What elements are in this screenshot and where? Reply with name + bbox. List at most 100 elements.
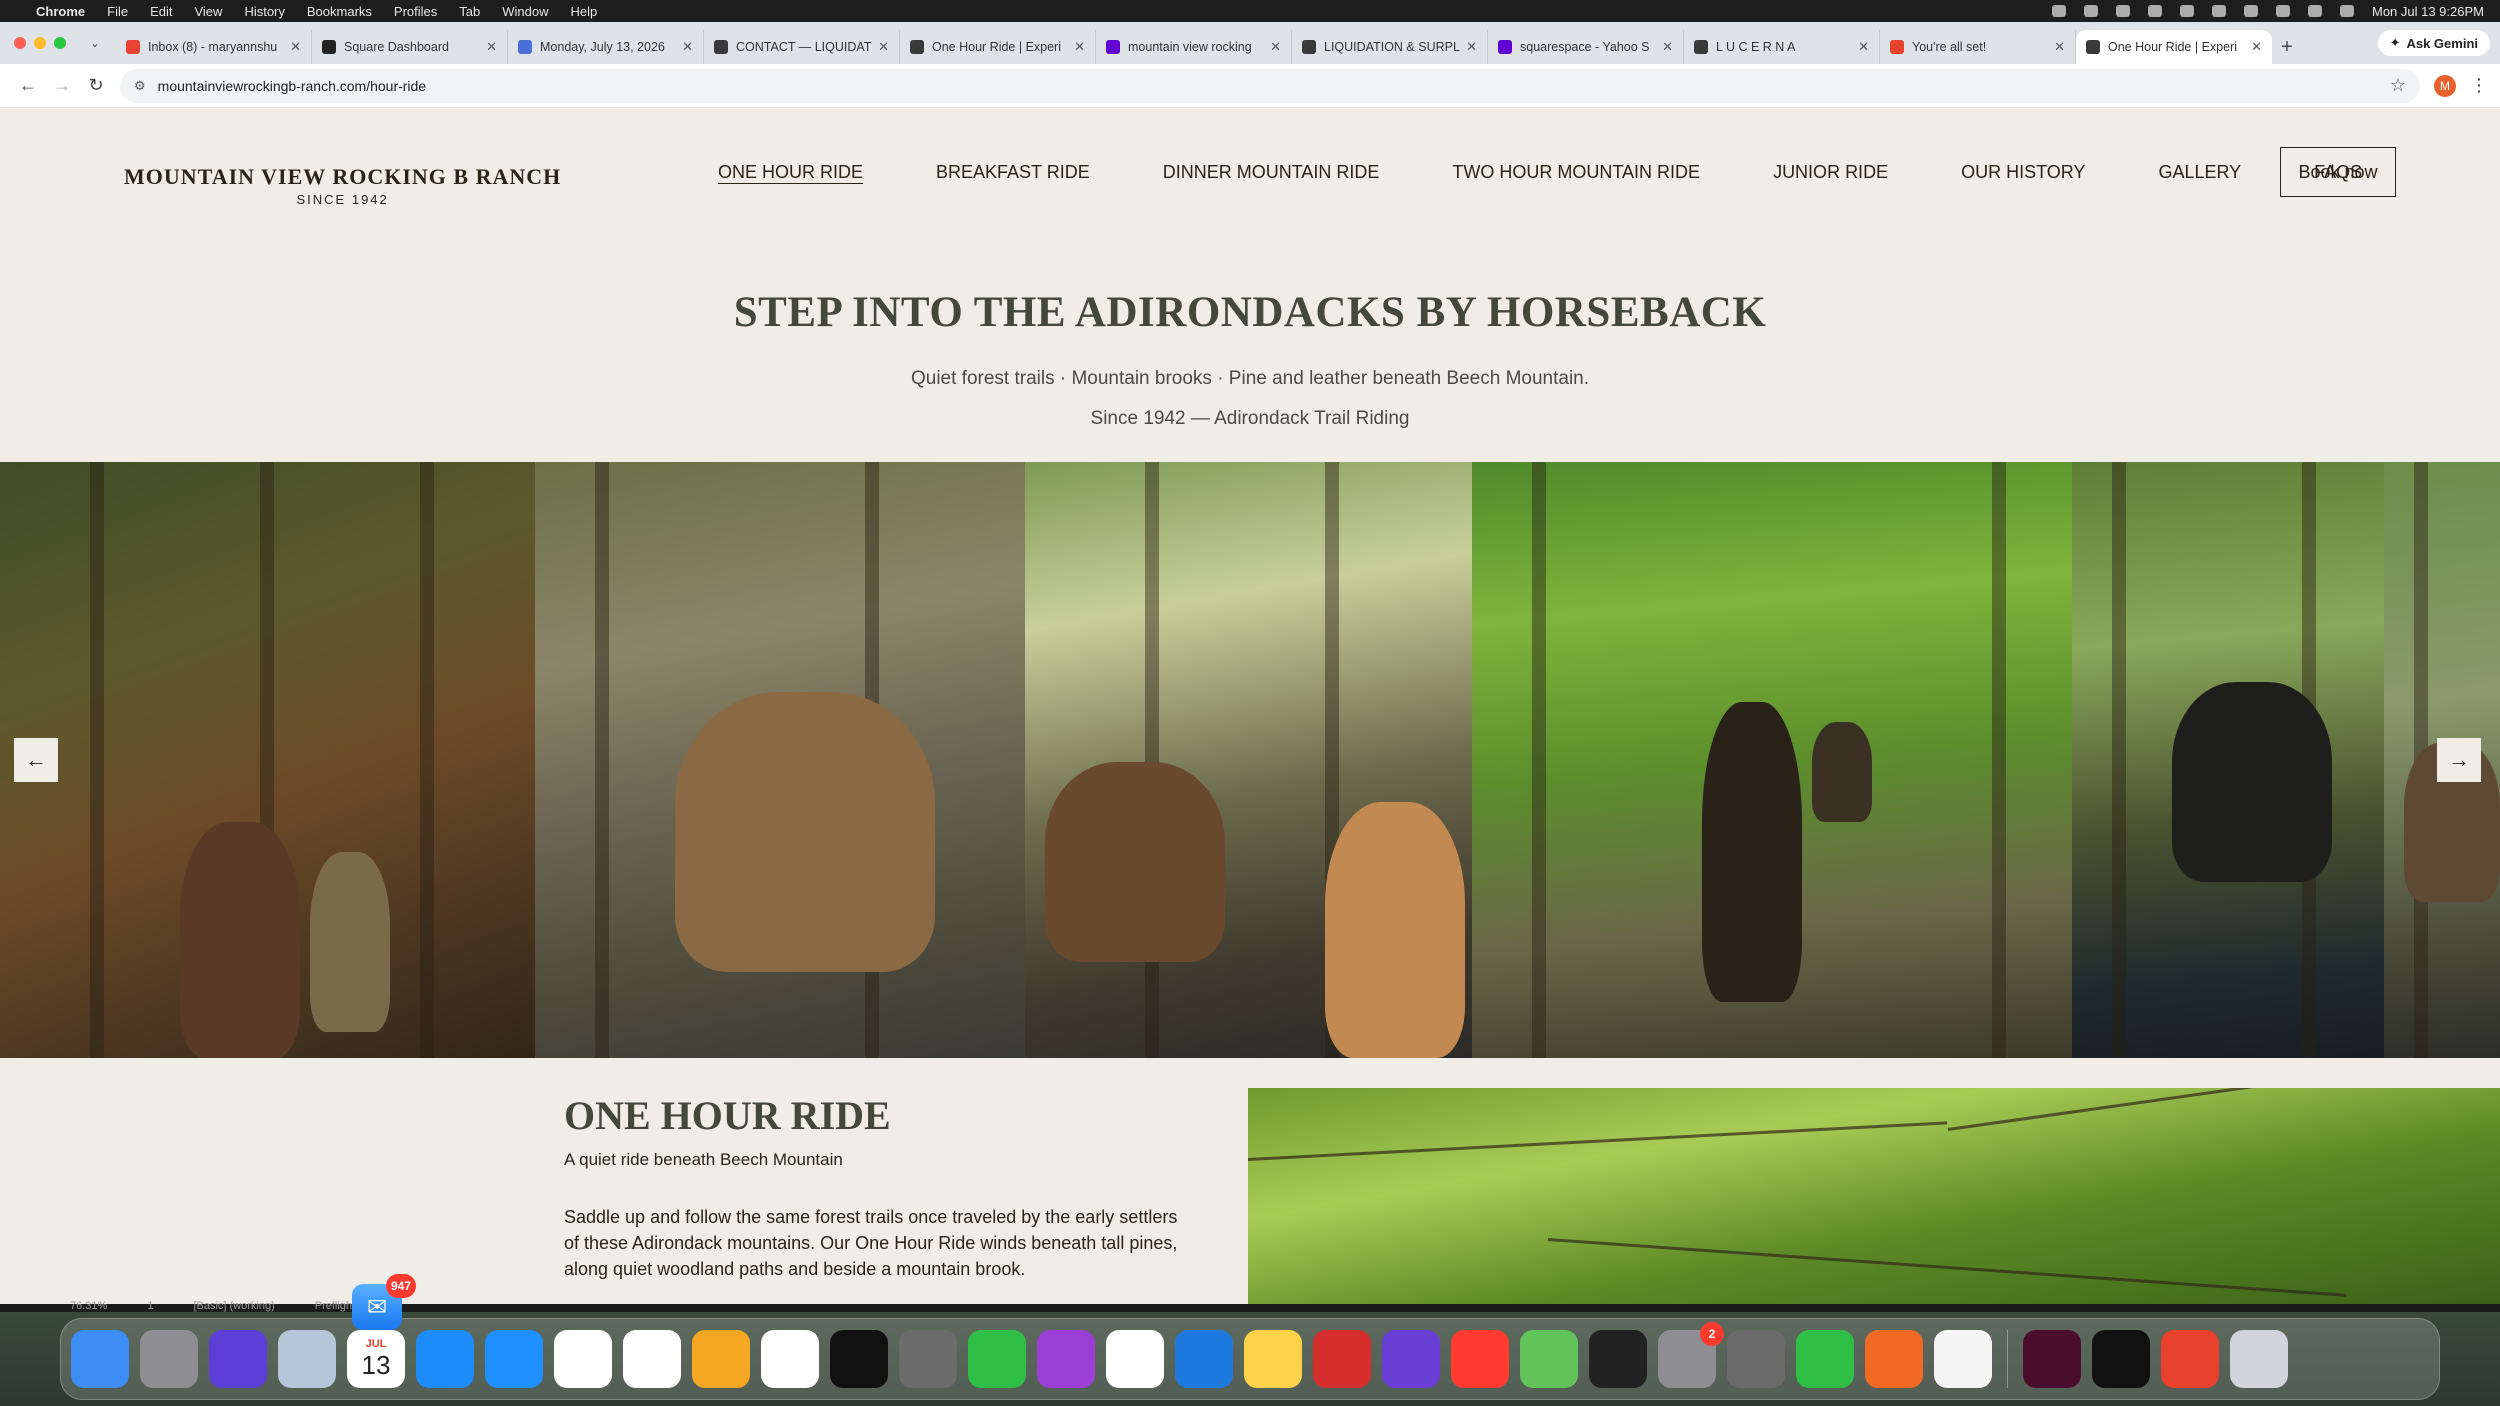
browser-tab[interactable]: One Hour Ride | Experi ✕ (900, 30, 1096, 64)
news-icon[interactable] (1451, 1330, 1509, 1388)
menu-help[interactable]: Help (571, 4, 598, 19)
creative-cloud-status-icon[interactable] (2051, 5, 2066, 17)
nav-breakfast-ride[interactable]: BREAKFAST RIDE (936, 162, 1090, 183)
plus-status-icon[interactable] (2083, 5, 2098, 17)
chrome-icon[interactable] (554, 1330, 612, 1388)
indesign-icon[interactable] (2023, 1330, 2081, 1388)
site-logo[interactable]: MOUNTAIN VIEW ROCKING B RANCH SINCE 1942 (124, 164, 561, 207)
podcasts-icon[interactable] (1037, 1330, 1095, 1388)
gallery-next-arrow-icon[interactable]: → (2437, 738, 2481, 782)
chrome-menu-icon[interactable]: ⋮ (2470, 75, 2488, 96)
imovie-icon[interactable] (1382, 1330, 1440, 1388)
minimize-window-button[interactable] (34, 37, 46, 49)
tab-close-icon[interactable]: ✕ (1466, 39, 1477, 55)
volume-icon[interactable] (2179, 5, 2194, 17)
nav-our-history[interactable]: OUR HISTORY (1961, 162, 2085, 183)
menu-bookmarks[interactable]: Bookmarks (307, 4, 372, 19)
photos-icon[interactable] (1106, 1330, 1164, 1388)
siri-status-icon[interactable] (2339, 5, 2354, 17)
unknown-app-icon[interactable] (899, 1330, 957, 1388)
app-store-icon[interactable] (416, 1330, 474, 1388)
menu-window[interactable]: Window (502, 4, 548, 19)
gallery-prev-arrow-icon[interactable]: ← (14, 738, 58, 782)
menu-tab[interactable]: Tab (459, 4, 480, 19)
unknown-app-2-icon[interactable] (1727, 1330, 1785, 1388)
facetime-icon[interactable] (1796, 1330, 1854, 1388)
launchpad-icon[interactable] (140, 1330, 198, 1388)
new-tab-plus-icon[interactable]: + (2272, 30, 2302, 64)
gallery-photo-brook-crossing[interactable] (1025, 462, 1472, 1058)
book-now-button[interactable]: Book now (2280, 147, 2396, 197)
nav-two-hour-mountain-ride[interactable]: TWO HOUR MOUNTAIN RIDE (1452, 162, 1700, 183)
siri-icon[interactable] (209, 1330, 267, 1388)
nav-dinner-mountain-ride[interactable]: DINNER MOUNTAIN RIDE (1163, 162, 1380, 183)
browser-tab[interactable]: mountain view rocking ✕ (1096, 30, 1292, 64)
tab-close-icon[interactable]: ✕ (682, 39, 693, 55)
system-settings-icon[interactable]: 2 (1658, 1322, 1724, 1388)
creative-cloud-icon[interactable] (2161, 1330, 2219, 1388)
menu-profiles[interactable]: Profiles (394, 4, 437, 19)
tab-close-icon[interactable]: ✕ (1662, 39, 1673, 55)
numbers-icon[interactable] (968, 1330, 1026, 1388)
tab-close-icon[interactable]: ✕ (1270, 39, 1281, 55)
gallery-photo-creek-rider[interactable] (2072, 462, 2384, 1058)
forward-arrow-icon[interactable]: → (46, 70, 78, 102)
tab-close-icon[interactable]: ✕ (2251, 39, 2262, 55)
zoom-window-button[interactable] (54, 37, 66, 49)
browser-tab[interactable]: Monday, July 13, 2026 ✕ (508, 30, 704, 64)
spotify-icon[interactable] (2092, 1330, 2150, 1388)
ask-gemini-button[interactable]: ✦ Ask Gemini (2377, 30, 2490, 56)
reload-icon[interactable]: ↻ (80, 70, 112, 102)
menu-file[interactable]: File (107, 4, 128, 19)
menu-history[interactable]: History (244, 4, 284, 19)
close-window-button[interactable] (14, 37, 26, 49)
bluetooth-icon[interactable] (2115, 5, 2130, 17)
browser-tab[interactable]: One Hour Ride | Experi ✕ (2076, 30, 2272, 64)
browser-tab[interactable]: Square Dashboard ✕ (312, 30, 508, 64)
gallery-photo-trail-riders[interactable] (1472, 462, 2072, 1058)
menu-app-chrome[interactable]: Chrome (36, 4, 85, 19)
freeform-icon[interactable] (623, 1330, 681, 1388)
notes-icon[interactable] (1244, 1330, 1302, 1388)
textedit-icon[interactable] (1934, 1330, 1992, 1388)
address-bar[interactable]: ⚙ mountainviewrockingb-ranch.com/hour-ri… (120, 68, 2420, 103)
browser-tab[interactable]: You're all set! ✕ (1880, 30, 2076, 64)
browser-tab[interactable]: squarespace - Yahoo S ✕ (1488, 30, 1684, 64)
tab-close-icon[interactable]: ✕ (486, 39, 497, 55)
nav-junior-ride[interactable]: JUNIOR RIDE (1773, 162, 1888, 183)
back-arrow-icon[interactable]: ← (12, 70, 44, 102)
tab-close-icon[interactable]: ✕ (2054, 39, 2065, 55)
wifi-icon[interactable] (2211, 5, 2226, 17)
browser-tab[interactable]: L U C E R N A ✕ (1684, 30, 1880, 64)
maps-icon[interactable] (1520, 1330, 1578, 1388)
control-center-icon[interactable] (2307, 5, 2322, 17)
calendar-icon[interactable]: JUL 13 (347, 1330, 405, 1388)
safari-icon[interactable] (485, 1330, 543, 1388)
keynote-icon[interactable] (1175, 1330, 1233, 1388)
finder-icon[interactable] (71, 1330, 129, 1388)
browser-tab[interactable]: LIQUIDATION & SURPL ✕ (1292, 30, 1488, 64)
apple-tv-icon[interactable] (830, 1330, 888, 1388)
play-status-icon[interactable] (2147, 5, 2162, 17)
menu-view[interactable]: View (194, 4, 222, 19)
menubar-clock[interactable]: Mon Jul 13 9:26PM (2372, 4, 2484, 19)
preview-icon[interactable] (278, 1330, 336, 1388)
garageband-icon[interactable] (1865, 1330, 1923, 1388)
browser-tab[interactable]: CONTACT — LIQUIDATI ✕ (704, 30, 900, 64)
activity-monitor-icon[interactable] (1589, 1330, 1647, 1388)
photo-booth-icon[interactable] (1313, 1330, 1371, 1388)
nav-gallery[interactable]: GALLERY (2158, 162, 2241, 183)
tab-search-chevron-icon[interactable]: ⌄ (84, 32, 106, 54)
tab-close-icon[interactable]: ✕ (1858, 39, 1869, 55)
tab-close-icon[interactable]: ✕ (290, 39, 301, 55)
gallery-photo-riders-autumn[interactable] (0, 462, 535, 1058)
site-info-icon[interactable]: ⚙ (134, 78, 146, 94)
browser-tab[interactable]: Inbox (8) - maryannshu ✕ (116, 30, 312, 64)
mail-app-icon[interactable]: ✉ 947 (352, 1274, 416, 1330)
profile-avatar[interactable]: M (2434, 74, 2456, 97)
menu-edit[interactable]: Edit (150, 4, 172, 19)
user-status-icon[interactable] (2275, 5, 2290, 17)
gallery-photo-horse-drinking[interactable] (535, 462, 1025, 1058)
reminders-icon[interactable] (761, 1330, 819, 1388)
nav-one-hour-ride[interactable]: ONE HOUR RIDE (718, 162, 863, 183)
